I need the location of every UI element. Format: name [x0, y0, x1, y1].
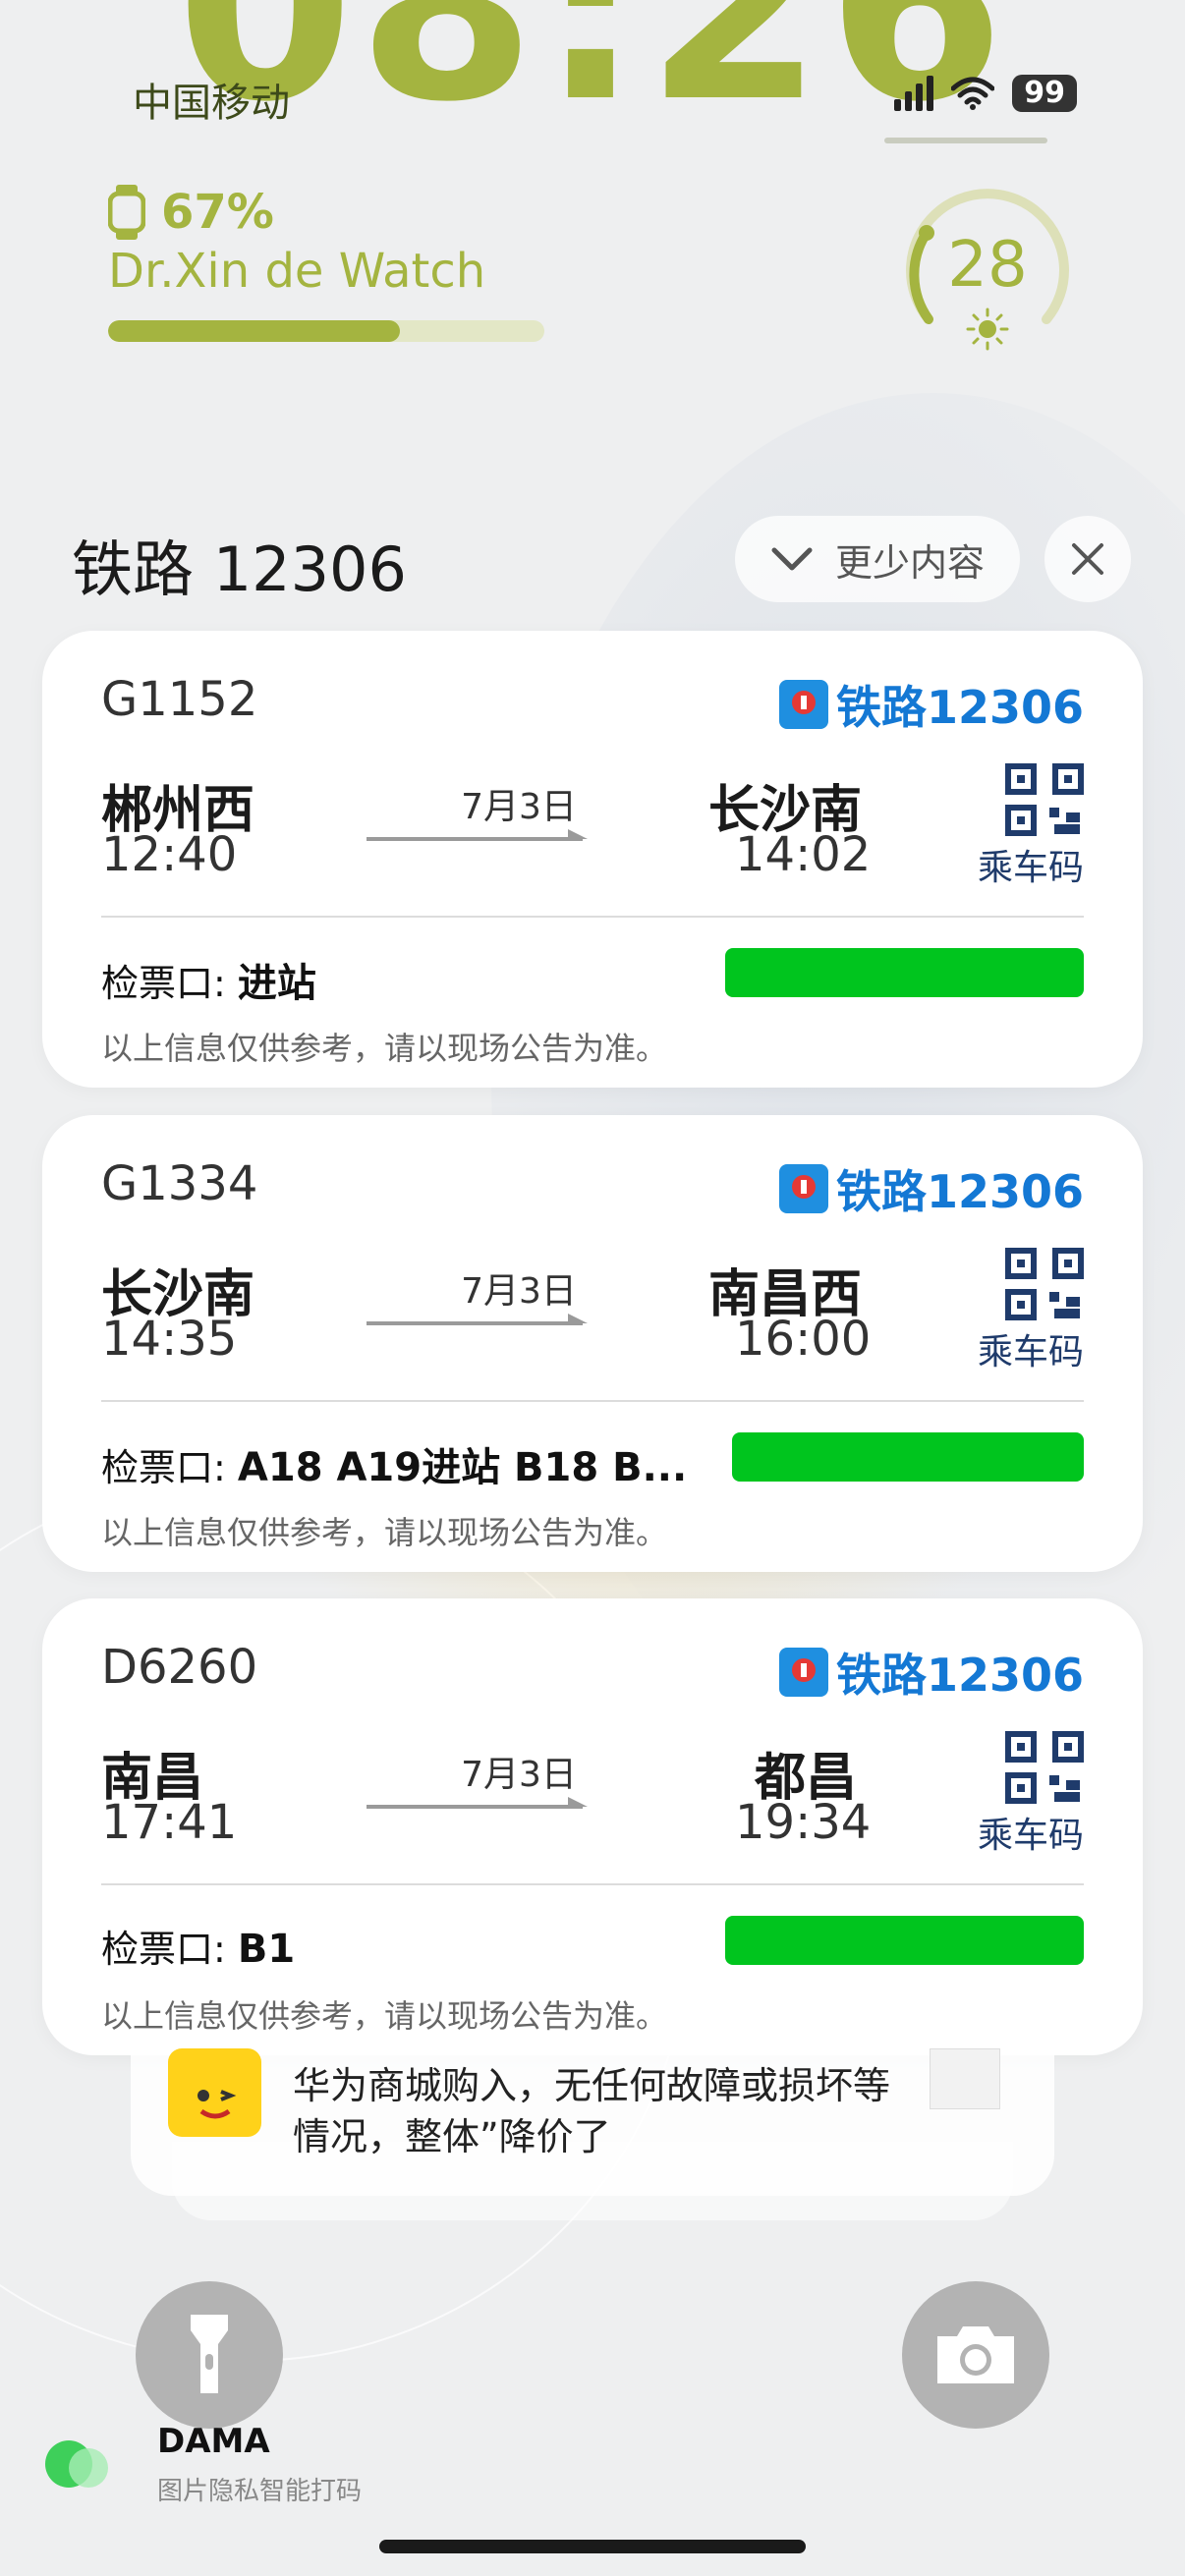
chevron-down-icon	[771, 547, 813, 571]
show-less-label: 更少内容	[834, 540, 985, 585]
divider	[101, 1883, 1084, 1885]
watch-battery-bar	[108, 320, 544, 342]
notification-thumbnail	[930, 2048, 1000, 2109]
railway-logo-icon	[778, 680, 828, 729]
home-indicator[interactable]	[379, 2540, 806, 2553]
ticket-card[interactable]: D6260 铁路12306 南昌 17:41 7月3日 都昌 19:34 乘车码…	[42, 1598, 1143, 2055]
notification-text: 华为商城购入，无任何故障或损坏等情况，整体”降价了	[293, 2064, 891, 2158]
status-bar: 中国移动 99	[133, 71, 1077, 130]
watch-icon	[108, 185, 145, 240]
camera-button[interactable]	[902, 2281, 1049, 2429]
watch-battery-percent: 67%	[161, 185, 274, 240]
notification-group-header: 铁路 12306 更少内容	[72, 516, 1141, 605]
departure-time: 14:35	[101, 1312, 238, 1367]
disclaimer-note: 以上信息仅供参考，请以现场公告为准。	[101, 1514, 668, 1551]
gate-label: 检票口:	[101, 962, 226, 1005]
temperature-value: 28	[947, 229, 1028, 302]
gate-label: 检票口:	[101, 1928, 226, 1971]
railway-brand: 铁路12306	[835, 1165, 1084, 1218]
arrow-right-icon	[367, 829, 588, 841]
ticket-card[interactable]: G1152 铁路12306 郴州西 12:40 7月3日 长沙南 14:02 乘…	[42, 631, 1143, 1088]
gate-value: A18 A19进站 B18 B...	[237, 1445, 688, 1490]
disclaimer-note: 以上信息仅供参考，请以现场公告为准。	[101, 1997, 668, 2035]
arrow-right-icon	[367, 1314, 588, 1325]
flashlight-button[interactable]	[136, 2281, 283, 2429]
weather-widget[interactable]: 28	[899, 182, 1076, 359]
qr-code-icon[interactable]	[1005, 1248, 1084, 1320]
arrow-right-icon	[367, 1797, 588, 1809]
sun-icon	[966, 308, 1009, 351]
railway-brand: 铁路12306	[835, 1649, 1084, 1702]
divider	[101, 916, 1084, 918]
redacted-bar	[725, 948, 1084, 997]
app-avatar	[168, 2048, 261, 2137]
ticket-card[interactable]: G1334 铁路12306 长沙南 14:35 7月3日 南昌西 16:00 乘…	[42, 1115, 1143, 1572]
qr-code-icon[interactable]	[1005, 1731, 1084, 1804]
divider	[101, 1400, 1084, 1402]
railway-logo-icon	[778, 1164, 828, 1213]
battery-badge: 99	[1012, 75, 1077, 112]
gate-info: 检票口: 进站	[101, 951, 316, 1008]
signal-icon	[894, 76, 934, 111]
wifi-icon	[951, 77, 995, 110]
dama-title: DAMA	[157, 2422, 270, 2461]
camera-icon	[937, 2326, 1014, 2383]
dama-logo-icon	[45, 2440, 108, 2488]
gate-value: 进站	[237, 961, 316, 1006]
watch-battery-fill	[108, 320, 401, 342]
flashlight-icon	[191, 2315, 228, 2393]
train-number: D6260	[101, 1640, 258, 1695]
status-underline	[884, 138, 1047, 143]
arrival-time: 16:00	[735, 1312, 872, 1367]
railway-logo-icon	[778, 1648, 828, 1697]
ride-code-label[interactable]: 乘车码	[978, 1323, 1084, 1374]
travel-date: 7月3日	[461, 787, 577, 827]
dama-subtitle: 图片隐私智能打码	[157, 2477, 363, 2506]
railway-logo: 铁路12306	[778, 672, 1084, 737]
close-icon	[1072, 543, 1103, 575]
railway-brand: 铁路12306	[835, 681, 1084, 734]
background-notification[interactable]: 华为商城购入，无任何故障或损坏等情况，整体”降价了	[131, 2039, 1054, 2196]
ride-code-label[interactable]: 乘车码	[978, 839, 1084, 890]
disclaimer-note: 以上信息仅供参考，请以现场公告为准。	[101, 1030, 668, 1067]
departure-time: 12:40	[101, 827, 238, 882]
carrier-name: 中国移动	[133, 81, 290, 126]
show-less-button[interactable]: 更少内容	[735, 516, 1020, 602]
train-number: G1152	[101, 672, 258, 727]
train-number: G1334	[101, 1156, 258, 1211]
travel-date: 7月3日	[461, 1271, 577, 1312]
gate-info: 检票口: A18 A19进站 B18 B...	[101, 1435, 687, 1492]
redacted-bar	[732, 1432, 1084, 1482]
watch-device-name: Dr.Xin de Watch	[108, 244, 486, 299]
railway-logo: 铁路12306	[778, 1156, 1084, 1221]
qr-code-icon[interactable]	[1005, 763, 1084, 836]
gate-label: 检票口:	[101, 1446, 226, 1489]
arrival-time: 14:02	[735, 827, 872, 882]
status-icons: 99	[894, 75, 1077, 112]
watch-battery-widget[interactable]: 67% Dr.Xin de Watch	[108, 185, 544, 342]
redacted-bar	[725, 1916, 1084, 1965]
close-group-button[interactable]	[1044, 516, 1131, 602]
railway-logo: 铁路12306	[778, 1640, 1084, 1705]
group-title: 铁路 12306	[72, 533, 407, 605]
departure-time: 17:41	[101, 1795, 238, 1850]
gate-info: 检票口: B1	[101, 1919, 295, 1973]
gate-value: B1	[237, 1927, 296, 1972]
ride-code-label[interactable]: 乘车码	[978, 1807, 1084, 1858]
arrival-time: 19:34	[735, 1795, 872, 1850]
travel-date: 7月3日	[461, 1755, 577, 1795]
